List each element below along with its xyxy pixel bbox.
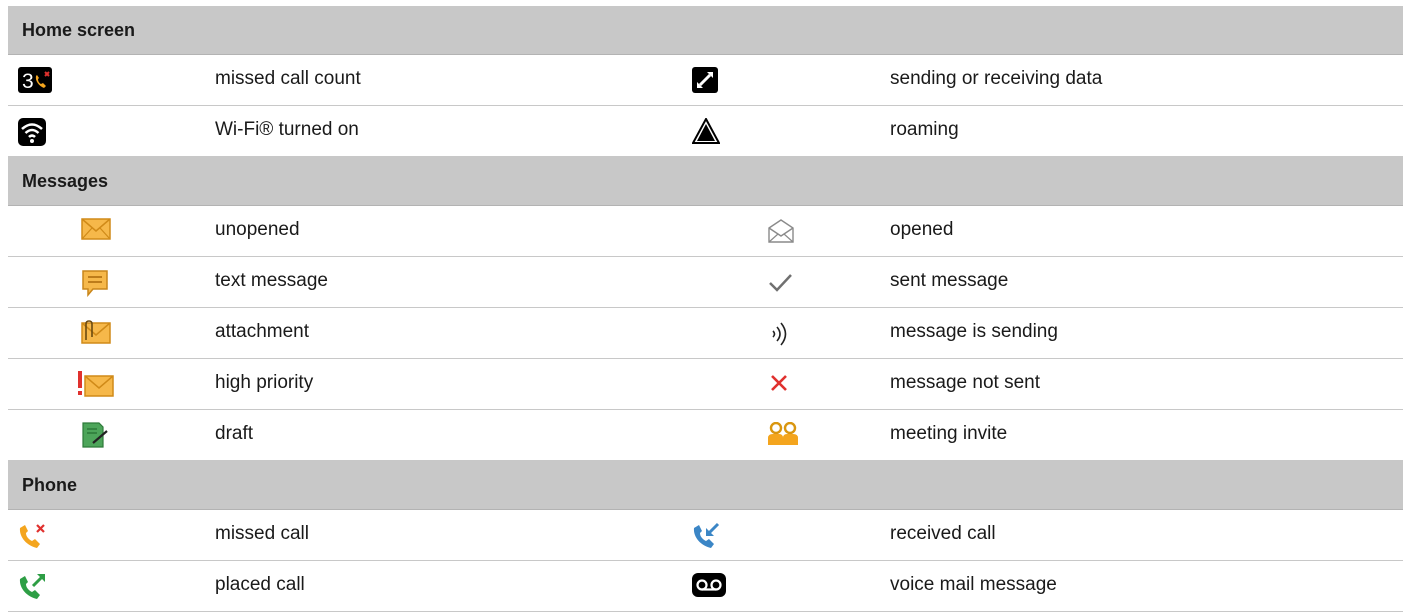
table-row: 3 missed call count sending or receiving… [8, 55, 1403, 106]
draft-icon [81, 422, 115, 448]
unopened-envelope-icon [81, 218, 115, 244]
received-call-icon [692, 522, 726, 548]
legend-label: voice mail message [890, 574, 1057, 595]
data-transfer-icon [692, 67, 726, 93]
legend-label: draft [215, 423, 254, 444]
wifi-icon [18, 118, 52, 146]
section-header-messages: Messages [8, 157, 1403, 206]
text-message-icon [81, 269, 115, 297]
legend-label: roaming [890, 119, 959, 140]
opened-envelope-icon [767, 218, 801, 244]
legend-label: placed call [215, 574, 305, 595]
svg-text:3: 3 [22, 70, 34, 93]
table-row: high priority message not sent [8, 359, 1403, 410]
legend-label: high priority [215, 372, 314, 393]
legend-label: missed call count [215, 68, 361, 89]
section-header-home-screen: Home screen [8, 6, 1403, 55]
legend-label: message is sending [890, 321, 1058, 342]
legend-label: meeting invite [890, 423, 1008, 444]
table-row: unopened opened [8, 206, 1403, 257]
legend-label: received call [890, 523, 996, 544]
table-row: missed call received call [8, 510, 1403, 561]
missed-call-count-icon: 3 [18, 67, 52, 93]
voicemail-icon [692, 573, 726, 599]
legend-label: sent message [890, 270, 1009, 291]
red-x-icon [767, 371, 801, 397]
legend-label: missed call [215, 523, 309, 544]
missed-call-icon [18, 522, 52, 548]
table-row: placed call voice mail message [8, 561, 1403, 612]
table-row: text message sent message [8, 257, 1403, 308]
placed-call-icon [18, 573, 52, 599]
legend-label: attachment [215, 321, 309, 342]
checkmark-icon [767, 269, 801, 295]
legend-label: text message [215, 270, 328, 291]
meeting-invite-icon [767, 422, 801, 448]
table-row: draft meeting invite [8, 410, 1403, 461]
table-row: attachment message is sending [8, 308, 1403, 359]
legend-label: unopened [215, 219, 300, 240]
attachment-envelope-icon [81, 320, 115, 346]
section-header-phone: Phone [8, 461, 1403, 510]
high-priority-envelope-icon [74, 371, 114, 397]
sending-waves-icon [767, 320, 801, 346]
table-row: Wi-Fi® turned on roaming [8, 106, 1403, 157]
legend-label: message not sent [890, 372, 1040, 393]
roaming-icon [692, 118, 726, 144]
legend-label: sending or receiving data [890, 68, 1103, 89]
legend-label: Wi-Fi® turned on [215, 119, 359, 140]
legend-label: opened [890, 219, 954, 240]
icon-legend-table: Home screen 3 missed call count sending … [8, 6, 1403, 612]
